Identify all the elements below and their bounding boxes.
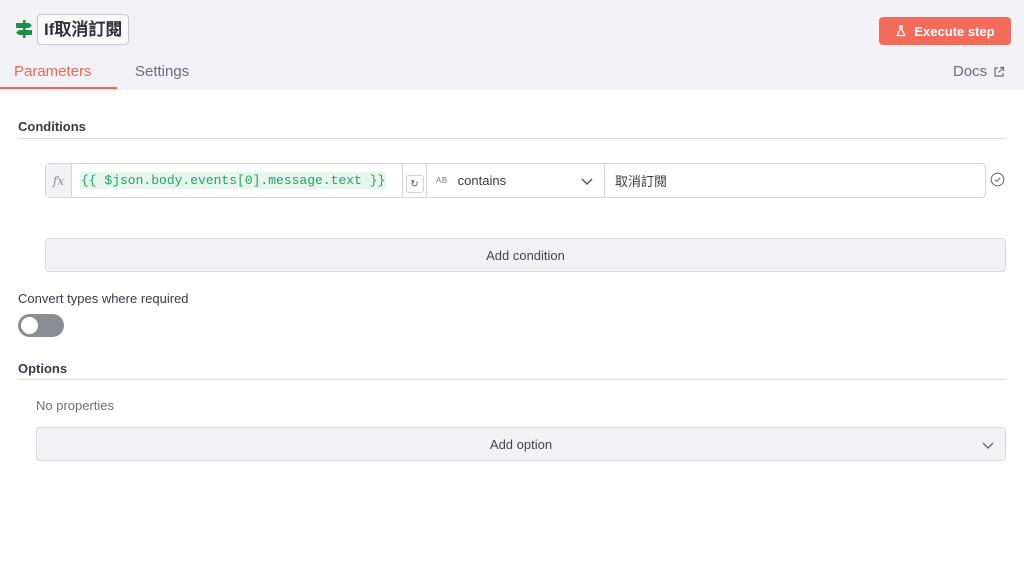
flask-icon [896,25,907,37]
fx-indicator: fx [46,164,72,197]
add-condition-button[interactable]: Add condition [45,238,1006,272]
tab-settings[interactable]: Settings [135,63,189,80]
add-option-dropdown[interactable]: Add option [36,427,1006,461]
execute-step-button[interactable]: Execute step [879,17,1011,45]
chevron-down-icon [581,178,593,185]
signpost-icon [16,20,32,38]
external-link-icon [994,66,1005,77]
node-header: If取消訂閱 Execute step Parameters Settings … [0,0,1024,90]
options-divider [18,379,1006,380]
condition-left-value-input[interactable]: {{ $json.body.events[0].message.text }} [72,164,402,197]
add-option-label: Add option [489,436,553,452]
docs-link[interactable]: Docs [953,63,1005,80]
condition-expression: {{ $json.body.events[0].message.text }} [80,172,387,189]
condition-operator-select[interactable]: AB contains [426,164,604,197]
options-label: Options [18,361,68,376]
swap-cell: ↻ [402,164,426,197]
execute-step-label: Execute step [914,23,995,39]
condition-row: fx {{ $json.body.events[0].message.text … [45,163,986,198]
no-properties-text: No properties [36,398,115,413]
conditions-divider [18,138,1006,139]
active-tab-indicator [0,87,117,89]
node-title[interactable]: If取消訂閱 [37,14,130,45]
docs-label: Docs [953,63,988,80]
convert-types-label: Convert types where required [18,291,189,306]
conditions-label: Conditions [18,119,86,134]
check-circle-icon[interactable] [990,172,1005,187]
tab-parameters[interactable]: Parameters [14,63,92,80]
condition-right-value-input[interactable]: 取消訂閱 [604,164,985,197]
refresh-icon[interactable]: ↻ [405,175,424,193]
convert-types-toggle[interactable] [18,314,64,337]
chevron-down-icon [982,442,994,449]
operator-label: contains [457,173,507,188]
string-type-icon: AB [436,176,448,185]
toggle-knob [21,317,38,334]
